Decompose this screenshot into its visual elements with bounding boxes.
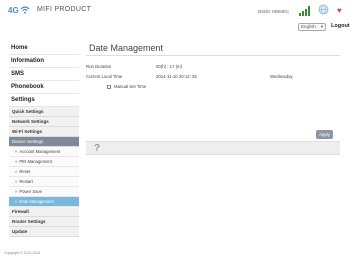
header: 4G MIFI PRODUCT BSDD HIBMEC ♥ English ▼ … xyxy=(0,0,352,36)
sidebar-item-home[interactable]: Home xyxy=(9,42,79,55)
bullet-icon: » xyxy=(15,189,18,194)
logo-4g: 4G xyxy=(8,6,19,15)
sidebar-item-account-management[interactable]: » Account Management xyxy=(9,147,79,157)
help-box: ? xyxy=(86,141,340,155)
sidebar-item-date-management[interactable]: » Date Management xyxy=(9,197,79,207)
sidebar-item-device-settings[interactable]: Device Settings xyxy=(9,137,79,147)
internet-status-icon xyxy=(318,4,329,15)
sidebar: Home Information SMS Phonebook Settings … xyxy=(9,42,79,237)
run-duration-row: Run Duration 00(h) : 17 (m) xyxy=(86,62,340,72)
heart-icon[interactable]: ♥ xyxy=(337,7,342,15)
sidebar-item-information[interactable]: Information xyxy=(9,55,79,68)
sidebar-item-restart[interactable]: » Restart xyxy=(9,177,79,187)
sidebar-item-power-save[interactable]: » Power Save xyxy=(9,187,79,197)
weekday-value: Wednesday xyxy=(270,74,293,79)
carrier-name: BSDD HIBMEC xyxy=(258,9,290,14)
sidebar-item-settings[interactable]: Settings xyxy=(9,94,79,107)
sidebar-item-pin-management[interactable]: » PIN Management xyxy=(9,157,79,167)
apply-button[interactable]: Apply xyxy=(316,130,333,139)
logout-link[interactable]: Logout xyxy=(331,23,350,29)
bullet-icon: » xyxy=(15,169,18,174)
sidebar-item-firewall[interactable]: Firewall xyxy=(9,207,79,217)
sidebar-item-update[interactable]: Update xyxy=(9,227,79,237)
bullet-icon: » xyxy=(15,159,18,164)
help-question-icon[interactable]: ? xyxy=(94,143,100,154)
bullet-icon: » xyxy=(15,179,18,184)
sidebar-item-quick-settings[interactable]: Quick Settings xyxy=(9,107,79,117)
sidebar-item-network-settings[interactable]: Network Settings xyxy=(9,117,79,127)
manual-set-time-checkbox[interactable] xyxy=(107,85,111,89)
run-duration-label: Run Duration xyxy=(86,64,112,69)
chevron-down-icon: ▼ xyxy=(320,24,324,29)
bullet-icon: » xyxy=(15,149,18,154)
sidebar-item-phonebook[interactable]: Phonebook xyxy=(9,81,79,94)
language-select[interactable]: English ▼ xyxy=(298,23,326,31)
local-time-value: 2014-11-10 20:12: 25 xyxy=(156,74,197,79)
sidebar-item-sms[interactable]: SMS xyxy=(9,68,79,81)
bullet-icon: » xyxy=(15,199,18,204)
brand-name: MIFI PRODUCT xyxy=(37,6,92,13)
run-duration-value: 00(h) : 17 (m) xyxy=(156,64,183,69)
wifi-icon xyxy=(20,6,30,14)
local-time-label: Current Local Time xyxy=(86,74,123,79)
copyright-footer: Copyright © 2013-2014 xyxy=(4,251,41,255)
main-content: Date Management Run Duration 00(h) : 17 … xyxy=(86,42,340,155)
page-title: Date Management xyxy=(86,42,340,56)
manual-set-time-row: Manual Set Time xyxy=(86,82,340,92)
sidebar-item-reset[interactable]: » Reset xyxy=(9,167,79,177)
sidebar-item-wifi-settings[interactable]: Wi-Fi Settings xyxy=(9,127,79,137)
signal-strength-icon xyxy=(299,6,310,16)
local-time-row: Current Local Time 2014-11-10 20:12: 25 … xyxy=(86,72,340,82)
sidebar-item-router-settings[interactable]: Router Settings xyxy=(9,217,79,227)
manual-set-time-label: Manual Set Time xyxy=(114,84,147,89)
